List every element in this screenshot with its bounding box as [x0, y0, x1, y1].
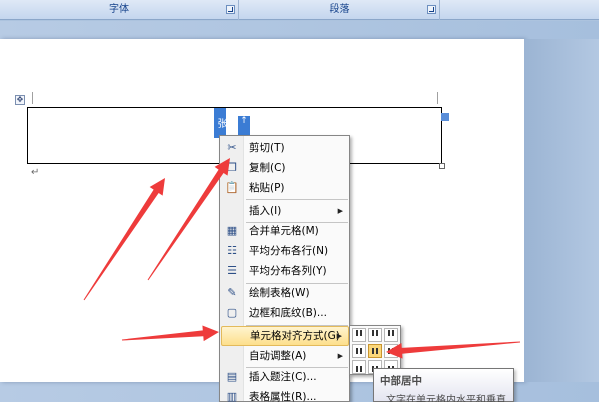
menu-item-insert-caption-label: 插入题注(C)... [249, 371, 317, 383]
align-middle-left-icon [356, 348, 362, 354]
scissors-icon: ✂ [227, 141, 237, 154]
row-handle-icon[interactable] [441, 113, 449, 121]
ribbon-group-paragraph: 段落 [240, 0, 440, 20]
menu-item-distribute-columns-label: 平均分布各列(Y) [249, 265, 327, 277]
table-move-handle-icon[interactable]: ✥ [15, 95, 25, 105]
margin-mark-right [437, 92, 438, 104]
ribbon-group-font: 字体 [0, 0, 239, 20]
menu-item-autofit-label: 自动调整(A) [249, 350, 307, 362]
submenu-arrow-icon: ▶ [336, 332, 342, 340]
menu-item-insert-label: 插入(I) [249, 205, 282, 217]
menu-item-distribute-rows-label: 平均分布各行(N) [249, 245, 329, 257]
table-properties-icon: ▥ [226, 390, 238, 402]
menu-item-merge-cells[interactable]: ▦ 合并单元格(M) [221, 221, 349, 241]
menu-item-insert-caption[interactable]: ▤ 插入题注(C)... [221, 367, 349, 387]
table-resize-handle[interactable] [439, 163, 445, 169]
menu-item-distribute-rows[interactable]: ☷ 平均分布各行(N) [221, 241, 349, 261]
menu-item-table-properties[interactable]: ▥ 表格属性(R)... [221, 387, 349, 402]
align-top-left-icon [356, 330, 362, 336]
page-shadow [524, 39, 599, 382]
menu-item-merge-cells-label: 合并单元格(M) [249, 225, 319, 237]
distribute-rows-icon: ☷ [227, 244, 237, 257]
ribbon-group-font-label: 字体 [109, 4, 129, 15]
caption-icon: ▤ [226, 370, 238, 383]
align-top-center-button[interactable] [368, 328, 382, 342]
borders-icon: ▢ [226, 306, 238, 319]
copy-icon: ❐ [227, 161, 237, 174]
align-middle-right-button[interactable] [384, 344, 398, 358]
menu-item-paste[interactable]: 📋 粘贴(P) [221, 178, 349, 198]
submenu-arrow-icon: ▶ [337, 352, 343, 360]
ribbon-group-paragraph-label: 段落 [329, 4, 350, 15]
tooltip-description: 文字在单元格内水平和垂直 [386, 395, 506, 402]
align-top-center-icon [372, 330, 378, 336]
align-middle-center-button[interactable] [368, 344, 382, 358]
merge-cells-icon: ▦ [226, 224, 238, 237]
menu-item-draw-table-label: 绘制表格(W) [249, 287, 310, 299]
distribute-columns-icon: ☰ [227, 264, 237, 277]
menu-item-cut-label: 剪切(T) [249, 142, 285, 154]
align-top-right-icon [388, 330, 394, 336]
align-middle-right-icon [388, 348, 394, 354]
ribbon-group-bar: 字体 段落 [0, 0, 599, 20]
align-top-right-button[interactable] [384, 328, 398, 342]
menu-item-distribute-columns[interactable]: ☰ 平均分布各列(Y) [221, 261, 349, 281]
menu-item-borders-shading-label: 边框和底纹(B)... [249, 307, 327, 319]
font-dialog-launcher-icon[interactable] [226, 5, 235, 14]
paste-icon: 📋 [225, 181, 239, 194]
tooltip-title: 中部居中 [380, 375, 422, 387]
submenu-arrow-icon: ▶ [337, 207, 343, 215]
menu-item-copy-label: 复制(C) [249, 162, 286, 174]
menu-item-draw-table[interactable]: ✎ 绘制表格(W) [221, 283, 349, 303]
align-middle-left-button[interactable] [352, 344, 366, 358]
margin-mark-left [32, 92, 33, 104]
menu-item-cell-alignment[interactable]: 单元格对齐方式(G) ▶ [221, 326, 349, 346]
context-menu: ✂ 剪切(T) ❐ 复制(C) 📋 粘贴(P) 插入(I) ▶ ▦ 合并单元格(… [219, 135, 350, 402]
paragraph-mark: ↵ [31, 167, 40, 178]
table-cell-text[interactable]: 张 [214, 108, 226, 138]
menu-item-cell-alignment-label: 单元格对齐方式(G) [250, 330, 340, 342]
align-bottom-left-button[interactable] [352, 360, 366, 374]
align-top-left-button[interactable] [352, 328, 366, 342]
align-bottom-left-icon [356, 366, 362, 372]
menu-item-copy[interactable]: ❐ 复制(C) [221, 158, 349, 178]
menu-separator [246, 199, 348, 200]
alignment-tooltip: 中部居中 文字在单元格内水平和垂直 [373, 368, 514, 402]
menu-item-insert[interactable]: 插入(I) ▶ [221, 201, 349, 221]
align-middle-center-icon [372, 348, 378, 354]
menu-item-cut[interactable]: ✂ 剪切(T) [221, 138, 349, 158]
paragraph-dialog-launcher-icon[interactable] [427, 5, 436, 14]
menu-item-borders-shading[interactable]: ▢ 边框和底纹(B)... [221, 303, 349, 323]
menu-item-paste-label: 粘贴(P) [249, 182, 285, 194]
menu-item-table-properties-label: 表格属性(R)... [249, 391, 317, 402]
draw-table-icon: ✎ [227, 286, 237, 299]
menu-item-autofit[interactable]: 自动调整(A) ▶ [221, 346, 349, 366]
